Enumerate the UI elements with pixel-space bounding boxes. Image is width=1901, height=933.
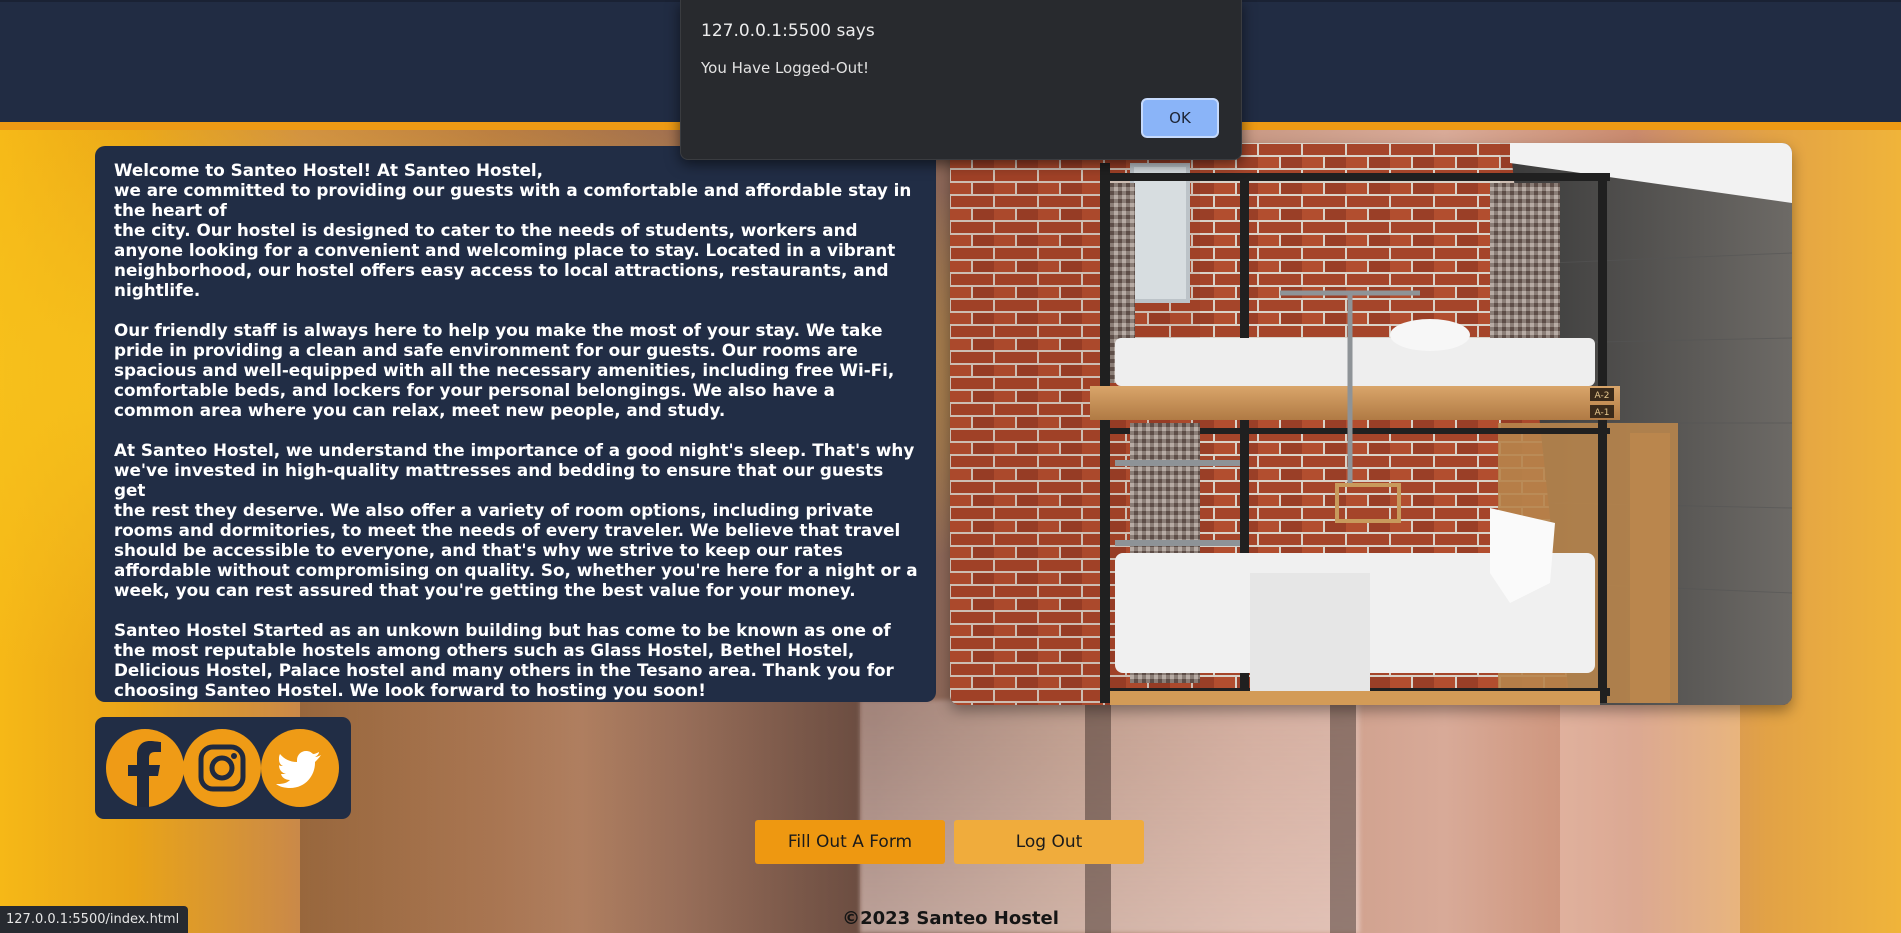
- about-panel: Welcome to Santeo Hostel! At Santeo Host…: [95, 146, 936, 702]
- bunk-label-a2: A-2: [1590, 388, 1614, 401]
- about-line: the rest they deserve. We also offer a v…: [114, 500, 874, 520]
- about-line: the most reputable hostels among others …: [114, 640, 855, 660]
- twitter-link[interactable]: [261, 729, 339, 807]
- about-line: spacious and well-equipped with all the …: [114, 360, 895, 380]
- about-line: At Santeo Hostel, we understand the impo…: [114, 440, 915, 460]
- about-line: Welcome to Santeo Hostel! At Santeo Host…: [114, 160, 544, 180]
- about-line: nightlife.: [114, 280, 201, 300]
- dialog-ok-button[interactable]: OK: [1141, 98, 1219, 138]
- background-light: [1560, 700, 1740, 933]
- about-line: we are committed to providing our guests…: [114, 180, 912, 200]
- page: Welcome to Santeo Hostel! At Santeo Host…: [0, 0, 1901, 933]
- about-line: we've invested in high-quality mattresse…: [114, 460, 884, 500]
- about-line: should be accessible to everyone, and th…: [114, 540, 843, 560]
- about-line: Delicious Hostel, Palace hostel and many…: [114, 660, 894, 680]
- bunk-bed-illustration: A-2 A-1: [950, 143, 1792, 705]
- about-paragraph-3: At Santeo Hostel, we understand the impo…: [114, 440, 918, 600]
- about-paragraph-1: Welcome to Santeo Hostel! At Santeo Host…: [114, 160, 918, 300]
- about-line: anyone looking for a convenient and welc…: [114, 240, 896, 260]
- about-line: the heart of: [114, 200, 227, 220]
- log-out-button[interactable]: Log Out: [954, 820, 1144, 864]
- instagram-icon: [198, 744, 246, 792]
- about-paragraph-4: Santeo Hostel Started as an unkown build…: [114, 620, 918, 700]
- about-paragraph-2: Our friendly staff is always here to hel…: [114, 320, 918, 420]
- dialog-message: You Have Logged-Out!: [701, 59, 870, 77]
- about-line: neighborhood, our hostel offers easy acc…: [114, 260, 889, 280]
- facebook-icon: [128, 741, 161, 807]
- about-line: affordable without compromising on quali…: [114, 560, 918, 580]
- about-line: comfortable beds, and lockers for your p…: [114, 380, 835, 400]
- social-links: [95, 717, 351, 819]
- about-line: pride in providing a clean and safe envi…: [114, 340, 858, 360]
- fill-out-form-button[interactable]: Fill Out A Form: [755, 820, 945, 864]
- dorm-room-photo: A-2 A-1: [950, 143, 1792, 705]
- facebook-link[interactable]: [106, 729, 184, 807]
- about-line: Our friendly staff is always here to hel…: [114, 320, 883, 340]
- about-line: Santeo Hostel Started as an unkown build…: [114, 620, 891, 640]
- about-line: week, you can rest assured that you're g…: [114, 580, 856, 600]
- dialog-origin: 127.0.0.1:5500 says: [701, 21, 875, 41]
- svg-text:A-1: A-1: [1595, 408, 1610, 418]
- alert-dialog: 127.0.0.1:5500 says You Have Logged-Out!…: [680, 0, 1242, 160]
- instagram-link[interactable]: [183, 729, 261, 807]
- svg-text:A-2: A-2: [1595, 391, 1610, 401]
- twitter-icon: [276, 751, 321, 788]
- about-line: rooms and dormitories, to meet the needs…: [114, 520, 901, 540]
- bunk-label-a1: A-1: [1590, 405, 1614, 418]
- about-line: common area where you can relax, meet ne…: [114, 400, 726, 420]
- footer-copyright: ©2023 Santeo Hostel: [842, 908, 1059, 929]
- background-shade: [300, 700, 860, 933]
- background-post: [1085, 700, 1111, 933]
- status-bar-url: 127.0.0.1:5500/index.html: [0, 906, 189, 933]
- about-line: choosing Santeo Hostel. We look forward …: [114, 680, 706, 700]
- background-post: [1330, 700, 1356, 933]
- about-line: the city. Our hostel is designed to cate…: [114, 220, 858, 240]
